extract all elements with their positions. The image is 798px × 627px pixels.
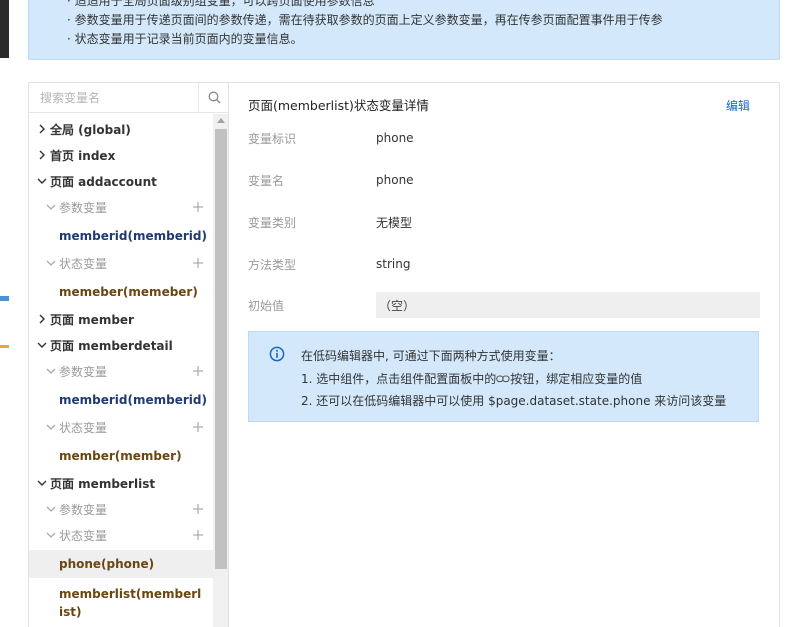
tree-leaf-memberlist-memberlist[interactable]: memberlist(memberlist) — [29, 580, 213, 626]
field-variable-category: 变量类别 无模型 — [248, 209, 760, 235]
tree-node-member[interactable]: 页面 member — [29, 306, 213, 332]
chevron-down-icon — [46, 506, 56, 512]
chevron-down-icon — [37, 342, 47, 348]
chevron-down-icon — [46, 204, 56, 210]
edit-button[interactable]: 编辑 — [726, 97, 750, 114]
search-row — [29, 83, 228, 113]
chevron-down-icon — [37, 178, 47, 184]
field-variable-name: 变量名 phone — [248, 167, 760, 193]
plus-icon — [193, 422, 203, 432]
chevron-down-icon — [46, 532, 56, 538]
notice-line-3: · 状态变量用于记录当前页面内的变量信息。 — [67, 32, 303, 46]
left-edge-strip — [0, 0, 9, 627]
tree-group-memberlist-state[interactable]: 状态变量 — [29, 522, 213, 548]
tree-group-label: 参数变量 — [59, 364, 108, 379]
field-method-type: 方法类型 string — [248, 251, 760, 277]
chevron-right-icon — [39, 314, 45, 324]
search-icon — [208, 91, 221, 104]
initial-value-box: （空） — [376, 292, 760, 318]
chevron-right-icon — [39, 124, 45, 134]
notice-line-1: · 适适用于全局页面级别组变量，可以跨页面使用参数信息 — [67, 0, 375, 8]
tree-node-label: 首页 index — [50, 148, 116, 163]
tree-leaf-memberdetail-memberid[interactable]: memberid(memberid) — [29, 386, 213, 414]
info-line-2-suffix: 按钮，绑定相应变量的值 — [510, 372, 643, 386]
info-line-2-prefix: 1. 选中组件，点击组件配置面板中的 — [301, 372, 497, 386]
field-key: 方法类型 — [248, 257, 297, 272]
detail-title: 页面(memberlist)状态变量详情 — [248, 98, 429, 113]
field-key: 变量名 — [248, 173, 285, 188]
tree-group-addaccount-param[interactable]: 参数变量 — [29, 194, 213, 220]
field-key: 初始值 — [248, 298, 285, 313]
tree-node-label: 页面 addaccount — [50, 174, 157, 189]
field-value: phone — [376, 173, 414, 187]
tree-scrollbar[interactable] — [213, 114, 228, 627]
chevron-right-icon — [39, 150, 45, 160]
tree-leaf-addaccount-memeber[interactable]: memeber(memeber) — [29, 278, 213, 306]
chevron-down-icon — [37, 480, 47, 486]
tree-group-label: 状态变量 — [59, 528, 108, 543]
tree-group-label: 状态变量 — [59, 420, 108, 435]
tree-node-memberlist[interactable]: 页面 memberlist — [29, 470, 213, 496]
variable-detail-panel: 页面(memberlist)状态变量详情 编辑 变量标识 phone 变量名 p… — [229, 82, 780, 627]
tree-node-global[interactable]: 全局 (global) — [29, 116, 213, 142]
chevron-down-icon — [46, 260, 56, 266]
variable-tree-panel: 全局 (global) 首页 index 页面 addaccount 参数变量 … — [28, 82, 229, 627]
notice-line-2: · 参数变量用于传递页面间的参数传递，需在待获取参数的页面上定义参数变量，再在传… — [67, 13, 663, 27]
tree-node-memberdetail[interactable]: 页面 memberdetail — [29, 332, 213, 358]
add-state-variable-button[interactable] — [190, 419, 206, 435]
tree-node-label: 页面 memberdetail — [50, 338, 173, 353]
field-variable-id: 变量标识 phone — [248, 125, 760, 151]
info-icon — [269, 346, 285, 362]
add-param-variable-button[interactable] — [190, 363, 206, 379]
tree-node-index[interactable]: 首页 index — [29, 142, 213, 168]
chevron-down-icon — [46, 368, 56, 374]
info-line-3: 2. 还可以在低码编辑器中可以使用 $page.dataset.state.ph… — [301, 394, 727, 408]
field-key: 变量标识 — [248, 131, 297, 146]
add-state-variable-button[interactable] — [190, 527, 206, 543]
tree-node-label: 页面 member — [50, 312, 134, 327]
add-state-variable-button[interactable] — [190, 255, 206, 271]
left-edge-blue-mark — [0, 296, 9, 301]
left-edge-dark-block — [0, 0, 9, 58]
plus-icon — [193, 530, 203, 540]
add-param-variable-button[interactable] — [190, 199, 206, 215]
tree-leaf-addaccount-memberid[interactable]: memberid(memberid) — [29, 222, 213, 250]
tree-group-label: 状态变量 — [59, 256, 108, 271]
usage-info-box: 在低码编辑器中, 可通过下面两种方式使用变量： 1. 选中组件，点击组件配置面板… — [248, 331, 759, 422]
tree-node-label: 页面 memberlist — [50, 476, 156, 491]
info-line-2: 1. 选中组件，点击组件配置面板中的 按钮，绑定相应变量的值 — [301, 370, 642, 387]
tree-leaf-memberdetail-member[interactable]: member(member) — [29, 442, 213, 470]
tree-node-label: 全局 (global) — [50, 122, 131, 137]
field-value: phone — [376, 131, 414, 145]
tree-group-memberdetail-state[interactable]: 状态变量 — [29, 414, 213, 440]
plus-icon — [193, 258, 203, 268]
field-value: 无模型 — [376, 215, 413, 230]
chevron-down-icon — [46, 424, 56, 430]
tree-leaf-memberlist-phone[interactable]: phone(phone) — [29, 550, 213, 578]
tree-group-label: 参数变量 — [59, 502, 108, 517]
search-input[interactable] — [29, 83, 199, 112]
scroll-up-arrow[interactable] — [217, 118, 225, 123]
scrollbar-thumb[interactable] — [215, 129, 227, 569]
tree-node-addaccount[interactable]: 页面 addaccount — [29, 168, 213, 194]
tree-group-memberlist-param[interactable]: 参数变量 — [29, 496, 213, 522]
field-value: （空） — [379, 298, 416, 313]
tree-group-memberdetail-param[interactable]: 参数变量 — [29, 358, 213, 384]
field-value: string — [376, 257, 411, 271]
plus-icon — [193, 202, 203, 212]
field-initial-value: 初始值 （空） — [248, 292, 760, 318]
info-line-1: 在低码编辑器中, 可通过下面两种方式使用变量： — [301, 349, 561, 363]
field-key: 变量类别 — [248, 215, 297, 230]
search-button[interactable] — [200, 83, 228, 112]
link-icon — [496, 375, 510, 383]
left-edge-orange-mark — [0, 345, 9, 348]
tree-group-addaccount-state[interactable]: 状态变量 — [29, 250, 213, 276]
plus-icon — [193, 504, 203, 514]
plus-icon — [193, 366, 203, 376]
add-param-variable-button[interactable] — [190, 501, 206, 517]
tree-group-label: 参数变量 — [59, 200, 108, 215]
notice-banner: · 适适用于全局页面级别组变量，可以跨页面使用参数信息 · 参数变量用于传递页面… — [28, 0, 780, 60]
